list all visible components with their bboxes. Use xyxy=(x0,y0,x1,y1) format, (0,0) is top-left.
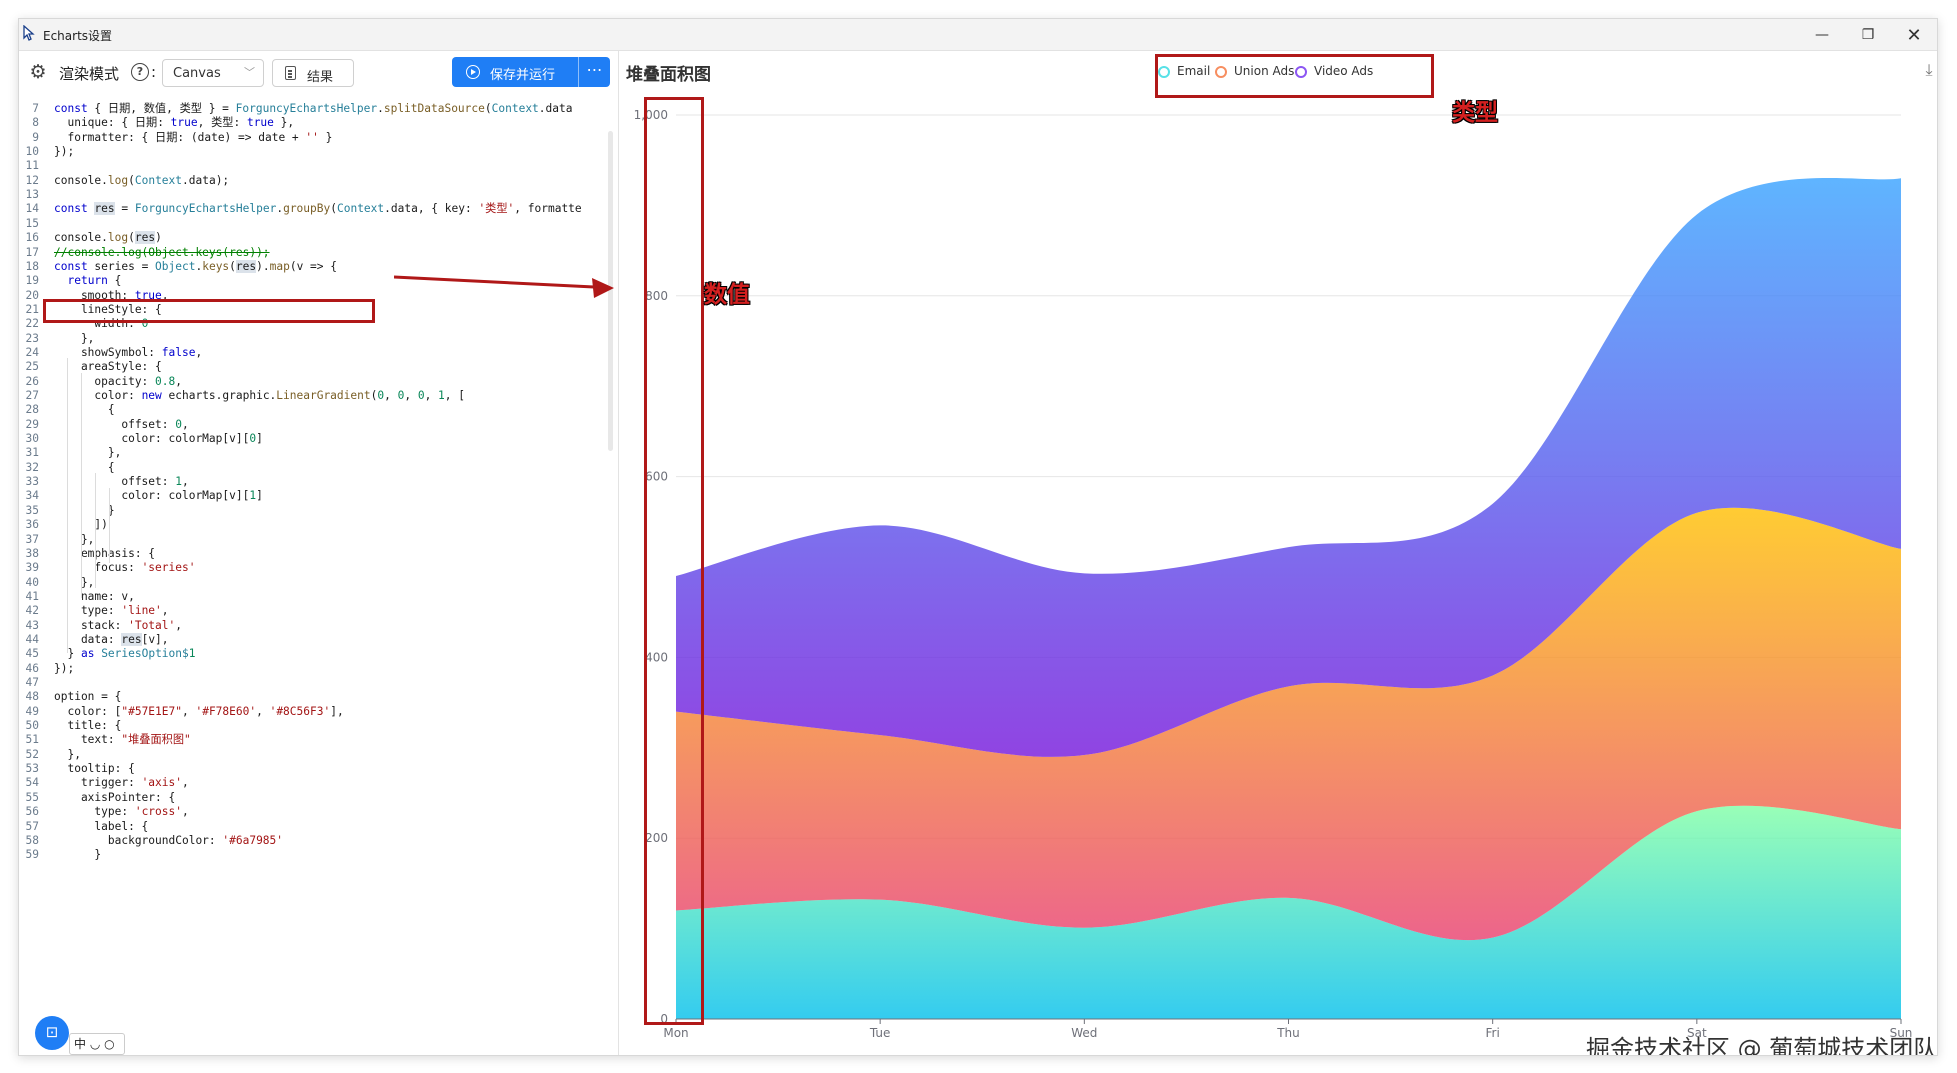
indent-guide xyxy=(67,358,68,653)
more-options-button[interactable]: ⋯ xyxy=(578,57,610,87)
window-title: Echarts设置 xyxy=(43,29,113,43)
indent-guide xyxy=(95,473,96,588)
ime-indicator: 中 ◡ ○ xyxy=(69,1033,125,1055)
editor-toolbar: ⚙ 渲染模式 ? : Canvas ﹀ 结果 保存并运行 ⋯ xyxy=(19,51,618,93)
play-icon xyxy=(466,65,480,79)
indent-guide xyxy=(109,488,110,563)
highlight-box-line-18 xyxy=(43,299,375,323)
save-and-run-label: 保存并运行 xyxy=(490,68,556,83)
render-mode-value: Canvas xyxy=(173,66,221,81)
echarts-settings-window: Echarts设置 — ❐ ✕ ⚙ 渲染模式 ? : Canvas ﹀ 结果 保… xyxy=(18,18,1938,1056)
annotation-arrow xyxy=(394,275,614,298)
code-text: } xyxy=(54,848,102,862)
x-tick-label: Mon xyxy=(663,1026,688,1040)
annotation-type-label: 类型 xyxy=(1452,100,1498,126)
render-mode-label: 渲染模式 xyxy=(59,65,120,83)
stacked-area-chart[interactable]: 02004006008001,000Mon Tue Wed Thu Fri Sat Sun xyxy=(620,51,1938,1056)
gear-icon[interactable]: ⚙ xyxy=(27,61,49,83)
minimize-icon[interactable]: — xyxy=(1799,19,1845,51)
watermark: 掘金技术社区 @ 葡萄城技术团队 xyxy=(1586,1035,1938,1056)
indent-guide xyxy=(81,373,82,598)
x-tick-label: Wed xyxy=(1071,1026,1097,1040)
x-tick-label: Thu xyxy=(1276,1026,1300,1040)
document-icon xyxy=(285,66,296,80)
x-tick-label: Fri xyxy=(1486,1026,1500,1040)
result-button-label: 结果 xyxy=(307,70,334,85)
terminal-icon[interactable]: ⊡ xyxy=(35,1016,69,1050)
annotation-value-label: 数值 xyxy=(704,282,750,308)
x-tick-label: Tue xyxy=(869,1026,891,1040)
code-line[interactable]: 59 } xyxy=(19,846,614,864)
close-icon[interactable]: ✕ xyxy=(1891,19,1937,51)
result-button[interactable]: 结果 xyxy=(272,59,354,87)
chart-panel: 0 200 400 600 800 1,000 Mon Tue Wed Thu Fri Sat Sun … xyxy=(620,51,1938,1056)
render-mode-colon: : xyxy=(151,63,157,81)
code-editor[interactable]: 7 const { 日期, 数值, 类型 } = ForguncyEchartsH… xyxy=(19,93,614,1055)
download-icon[interactable]: ⤓ xyxy=(1920,61,1937,79)
line-number: 59 xyxy=(25,848,39,862)
app-icon xyxy=(23,25,35,41)
title-bar: Echarts设置 — ❐ ✕ xyxy=(19,19,1937,51)
chevron-down-icon: ﹀ xyxy=(244,66,255,79)
help-icon[interactable]: ? xyxy=(131,63,149,81)
highlight-box-legend xyxy=(1155,54,1434,98)
chart-title: 堆叠面积图 xyxy=(626,65,711,85)
highlight-box-y-axis xyxy=(644,97,704,1025)
save-and-run-button[interactable]: 保存并运行 ⋯ xyxy=(452,57,610,87)
code-panel: ⚙ 渲染模式 ? : Canvas ﹀ 结果 保存并运行 ⋯ 7 const { … xyxy=(19,51,619,1055)
maximize-icon[interactable]: ❐ xyxy=(1845,19,1891,51)
render-mode-select[interactable]: Canvas ﹀ xyxy=(162,59,264,87)
